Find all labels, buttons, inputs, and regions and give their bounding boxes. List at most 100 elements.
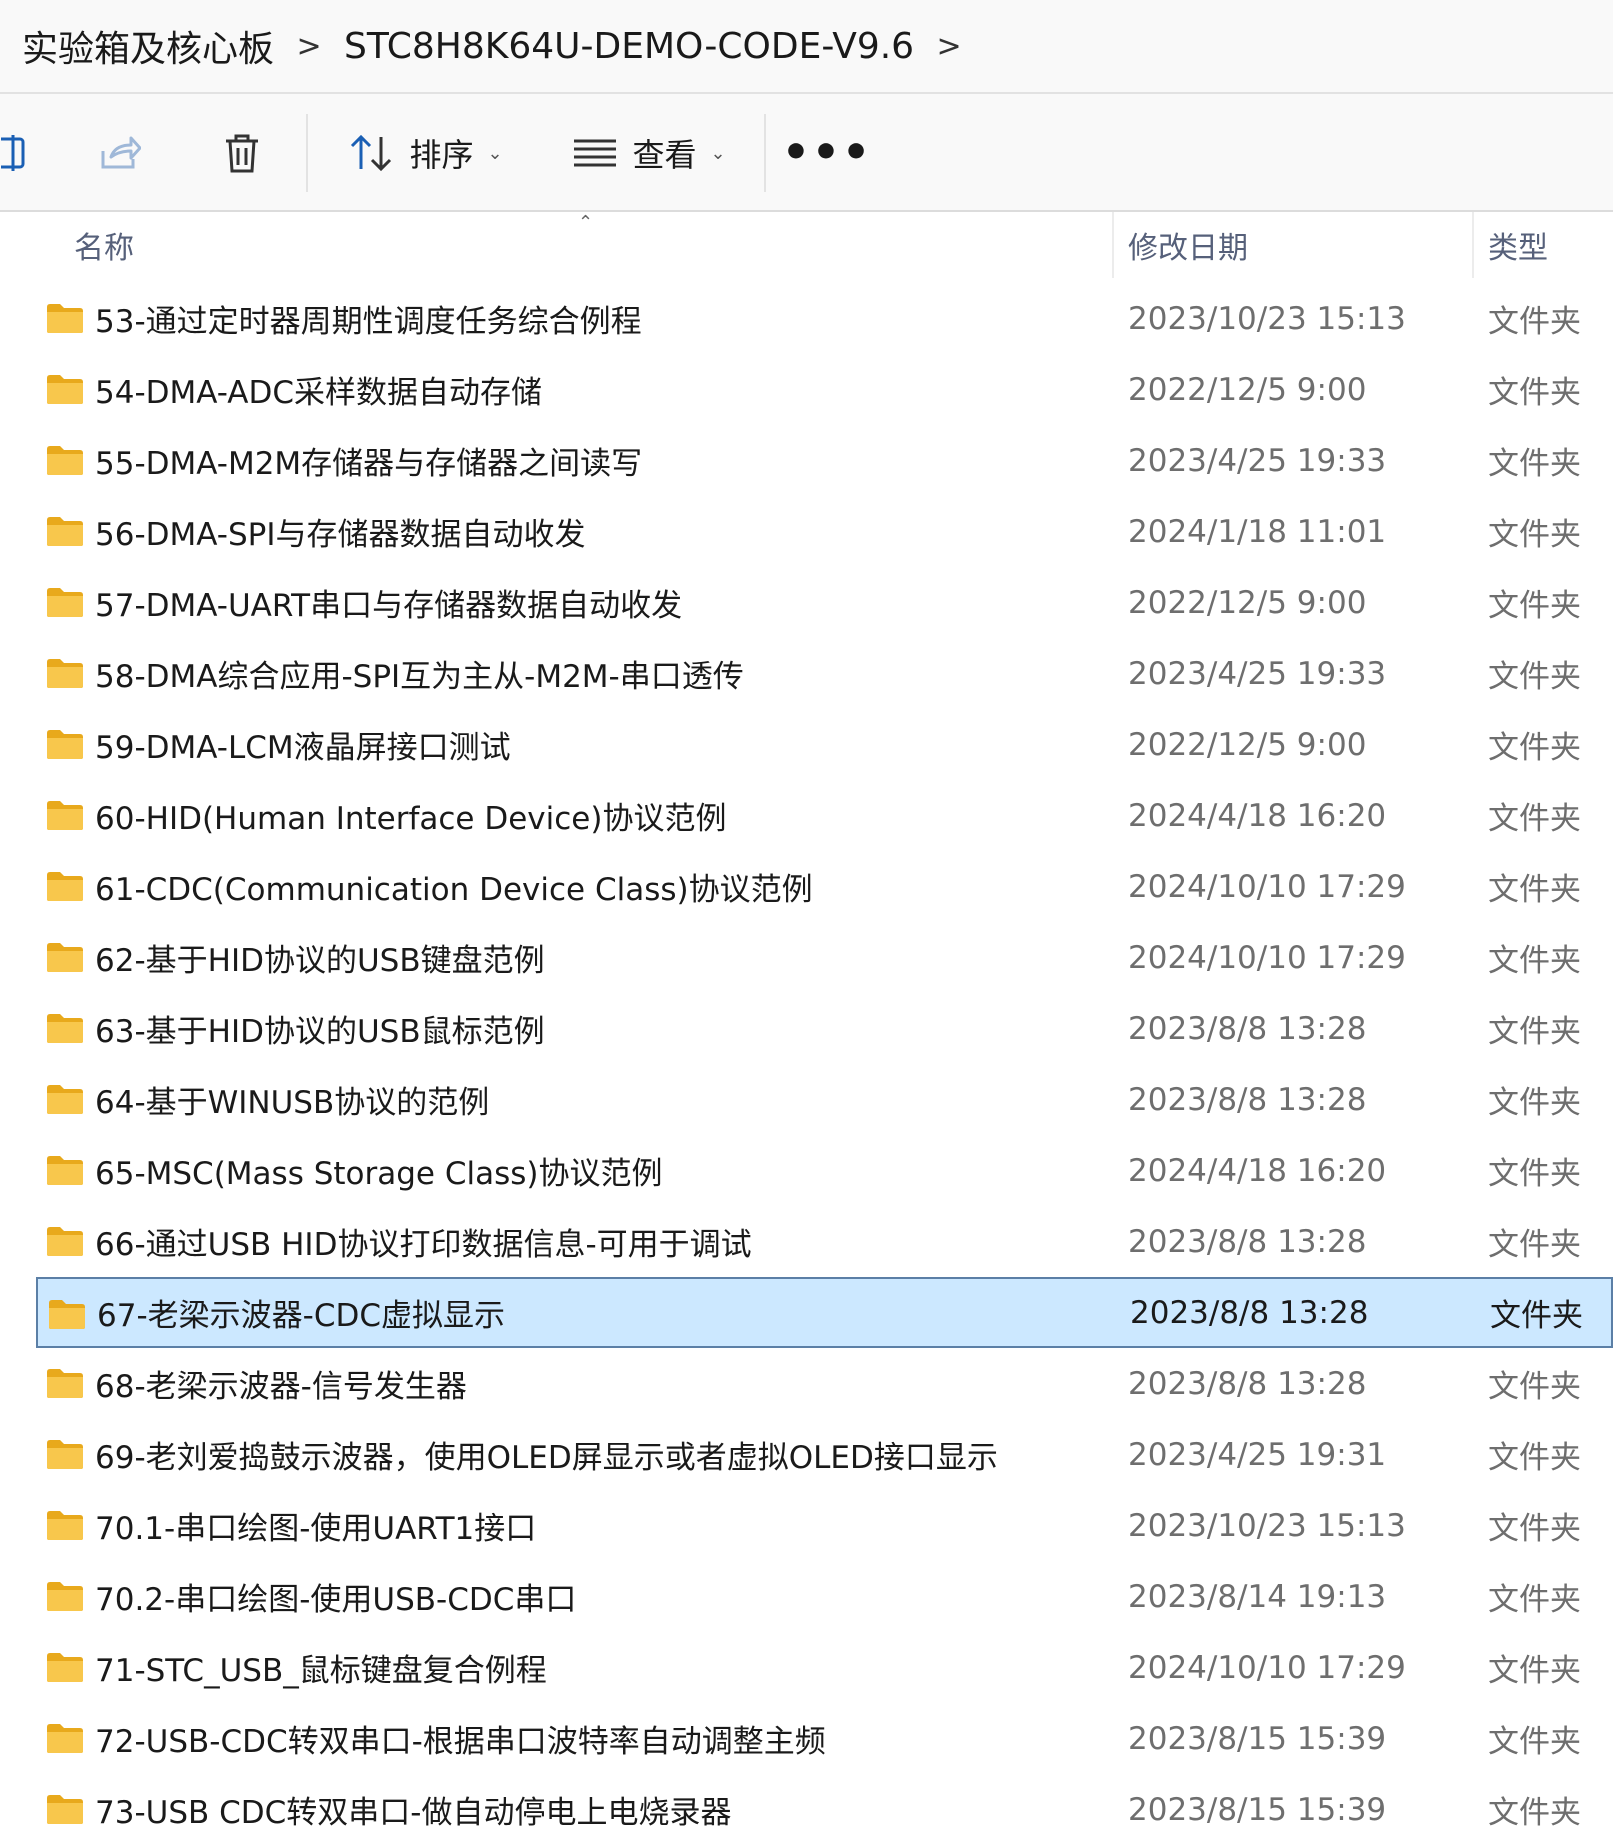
file-type: 文件夹 xyxy=(1488,1014,1581,1050)
file-name: 63-基于HID协议的USB鼠标范例 xyxy=(95,1014,545,1050)
rename-icon xyxy=(1,135,25,171)
file-row[interactable]: 53-通过定时器周期性调度任务综合例程 2023/10/23 15:13 文件夹 xyxy=(0,283,1613,354)
file-name: 55-DMA-M2M存储器与存储器之间读写 xyxy=(95,446,643,482)
file-row[interactable]: 61-CDC(Communication Device Class)协议范例 20… xyxy=(0,851,1613,922)
file-row[interactable]: 57-DMA-UART串口与存储器数据自动收发 2022/12/5 9:00 文件夹 xyxy=(0,567,1613,638)
folder-icon xyxy=(47,1156,83,1185)
file-type: 文件夹 xyxy=(1488,1227,1581,1263)
file-name: 70.2-串口绘图-使用USB-CDC串口 xyxy=(95,1582,577,1618)
file-row[interactable]: 62-基于HID协议的USB键盘范例 2024/10/10 17:29 文件夹 xyxy=(0,922,1613,993)
toolbar: 排序 ⌄ 查看 ⌄ ••• xyxy=(0,94,1613,212)
file-row[interactable]: 72-USB-CDC转双串口-根据串口波特率自动调整主频 2023/8/15 15… xyxy=(0,1703,1613,1774)
file-name: 65-MSC(Mass Storage Class)协议范例 xyxy=(95,1156,663,1192)
column-header-type-label: 类型 xyxy=(1488,231,1548,266)
file-modified-date: 2024/10/10 17:29 xyxy=(1128,939,1406,976)
file-type: 文件夹 xyxy=(1488,1440,1581,1476)
view-label: 查看 xyxy=(632,136,697,174)
file-modified-date: 2024/1/18 11:01 xyxy=(1128,513,1387,550)
folder-icon xyxy=(47,446,83,475)
chevron-right-icon[interactable]: > xyxy=(914,29,984,64)
folder-icon xyxy=(47,1227,83,1256)
folder-icon xyxy=(47,304,83,333)
file-name: 59-DMA-LCM液晶屏接口测试 xyxy=(95,730,511,766)
file-name: 56-DMA-SPI与存储器数据自动收发 xyxy=(95,517,586,553)
file-modified-date: 2023/8/15 15:39 xyxy=(1128,1791,1387,1828)
file-modified-date: 2023/8/14 19:13 xyxy=(1128,1578,1387,1615)
column-header-type[interactable]: 类型 xyxy=(1488,212,1548,278)
share-icon xyxy=(101,136,141,169)
folder-icon xyxy=(47,1724,83,1753)
file-row[interactable]: 73-USB CDC转双串口-做自动停电上电烧录器 2023/8/15 15:39… xyxy=(0,1774,1613,1845)
more-icon: ••• xyxy=(781,127,873,178)
file-row[interactable]: 59-DMA-LCM液晶屏接口测试 2022/12/5 9:00 文件夹 xyxy=(0,709,1613,780)
folder-icon xyxy=(47,1795,83,1824)
delete-button[interactable] xyxy=(212,94,272,212)
toolbar-separator xyxy=(764,114,766,192)
file-type: 文件夹 xyxy=(1488,1795,1581,1831)
file-row[interactable]: 68-老梁示波器-信号发生器 2023/8/8 13:28 文件夹 xyxy=(0,1348,1613,1419)
file-row[interactable]: 65-MSC(Mass Storage Class)协议范例 2024/4/18 … xyxy=(0,1135,1613,1206)
file-name: 54-DMA-ADC采样数据自动存储 xyxy=(95,375,543,411)
chevron-right-icon[interactable]: > xyxy=(274,29,344,64)
file-name: 58-DMA综合应用-SPI互为主从-M2M-串口透传 xyxy=(95,659,744,695)
share-button[interactable] xyxy=(90,94,150,212)
divider xyxy=(0,210,1613,212)
file-modified-date: 2023/8/8 13:28 xyxy=(1128,1081,1367,1118)
file-modified-date: 2022/12/5 9:00 xyxy=(1128,726,1367,763)
file-row[interactable]: 66-通过USB HID协议打印数据信息-可用于调试 2023/8/8 13:28… xyxy=(0,1206,1613,1277)
file-name: 64-基于WINUSB协议的范例 xyxy=(95,1085,490,1121)
file-row[interactable]: 67-老梁示波器-CDC虚拟显示 2023/8/8 13:28 文件夹 xyxy=(36,1277,1613,1348)
column-header-name-label: 名称 xyxy=(74,231,134,266)
file-name: 62-基于HID协议的USB键盘范例 xyxy=(95,943,545,979)
file-type: 文件夹 xyxy=(1488,943,1581,979)
folder-icon xyxy=(47,517,83,546)
file-name: 71-STC_USB_鼠标键盘复合例程 xyxy=(95,1653,547,1689)
file-modified-date: 2022/12/5 9:00 xyxy=(1128,584,1367,621)
column-header-date-label: 修改日期 xyxy=(1128,231,1248,266)
view-button[interactable]: 查看 ⌄ xyxy=(570,94,730,212)
file-row[interactable]: 60-HID(Human Interface Device)协议范例 2024/4… xyxy=(0,780,1613,851)
file-row[interactable]: 69-老刘爱捣鼓示波器，使用OLED屏显示或者虚拟OLED接口显示 2023/4/… xyxy=(0,1419,1613,1490)
file-row[interactable]: 70.2-串口绘图-使用USB-CDC串口 2023/8/14 19:13 文件夹 xyxy=(0,1561,1613,1632)
file-row[interactable]: 63-基于HID协议的USB鼠标范例 2023/8/8 13:28 文件夹 xyxy=(0,993,1613,1064)
column-resize-handle[interactable] xyxy=(1112,212,1114,278)
file-name: 66-通过USB HID协议打印数据信息-可用于调试 xyxy=(95,1227,752,1263)
file-explorer-window: 实验箱及核心板 > STC8H8K64U-DEMO-CODE-V9.6 > 排序… xyxy=(0,0,1613,1847)
sort-ascending-icon: ⌃ xyxy=(578,212,594,233)
file-type: 文件夹 xyxy=(1488,304,1581,340)
file-type: 文件夹 xyxy=(1488,1582,1581,1618)
file-row[interactable]: 54-DMA-ADC采样数据自动存储 2022/12/5 9:00 文件夹 xyxy=(0,354,1613,425)
file-type: 文件夹 xyxy=(1488,588,1581,624)
file-name: 60-HID(Human Interface Device)协议范例 xyxy=(95,801,727,837)
breadcrumb-item-current[interactable]: STC8H8K64U-DEMO-CODE-V9.6 xyxy=(344,26,914,67)
file-modified-date: 2023/4/25 19:33 xyxy=(1128,442,1387,479)
more-options-button[interactable]: ••• xyxy=(782,94,870,212)
file-row[interactable]: 55-DMA-M2M存储器与存储器之间读写 2023/4/25 19:33 文件夹 xyxy=(0,425,1613,496)
file-modified-date: 2024/4/18 16:20 xyxy=(1128,1152,1387,1189)
file-name: 70.1-串口绘图-使用UART1接口 xyxy=(95,1511,537,1547)
rename-button[interactable] xyxy=(0,94,30,212)
file-row[interactable]: 58-DMA综合应用-SPI互为主从-M2M-串口透传 2023/4/25 19:… xyxy=(0,638,1613,709)
file-modified-date: 2023/10/23 15:13 xyxy=(1128,300,1406,337)
column-resize-handle[interactable] xyxy=(1472,212,1474,278)
sort-button[interactable]: 排序 ⌄ xyxy=(346,94,506,212)
column-header-name[interactable]: 名称 xyxy=(74,212,134,278)
breadcrumb-item-parent[interactable]: 实验箱及核心板 xyxy=(22,20,274,72)
file-row[interactable]: 56-DMA-SPI与存储器数据自动收发 2024/1/18 11:01 文件夹 xyxy=(0,496,1613,567)
folder-icon xyxy=(47,1582,83,1611)
folder-icon xyxy=(47,1511,83,1540)
folder-icon xyxy=(47,872,83,901)
file-type: 文件夹 xyxy=(1488,1156,1581,1192)
file-name: 53-通过定时器周期性调度任务综合例程 xyxy=(95,304,642,340)
delete-icon xyxy=(226,134,258,173)
folder-icon xyxy=(47,588,83,617)
file-modified-date: 2022/12/5 9:00 xyxy=(1128,371,1367,408)
file-row[interactable]: 64-基于WINUSB协议的范例 2023/8/8 13:28 文件夹 xyxy=(0,1064,1613,1135)
file-row[interactable]: 71-STC_USB_鼠标键盘复合例程 2024/10/10 17:29 文件夹 xyxy=(0,1632,1613,1703)
file-row[interactable]: 70.1-串口绘图-使用UART1接口 2023/10/23 15:13 文件夹 xyxy=(0,1490,1613,1561)
sort-icon xyxy=(351,134,392,172)
file-type: 文件夹 xyxy=(1488,446,1581,482)
file-type: 文件夹 xyxy=(1490,1298,1583,1334)
file-name: 57-DMA-UART串口与存储器数据自动收发 xyxy=(95,588,683,624)
column-header-date[interactable]: 修改日期 xyxy=(1128,212,1248,278)
